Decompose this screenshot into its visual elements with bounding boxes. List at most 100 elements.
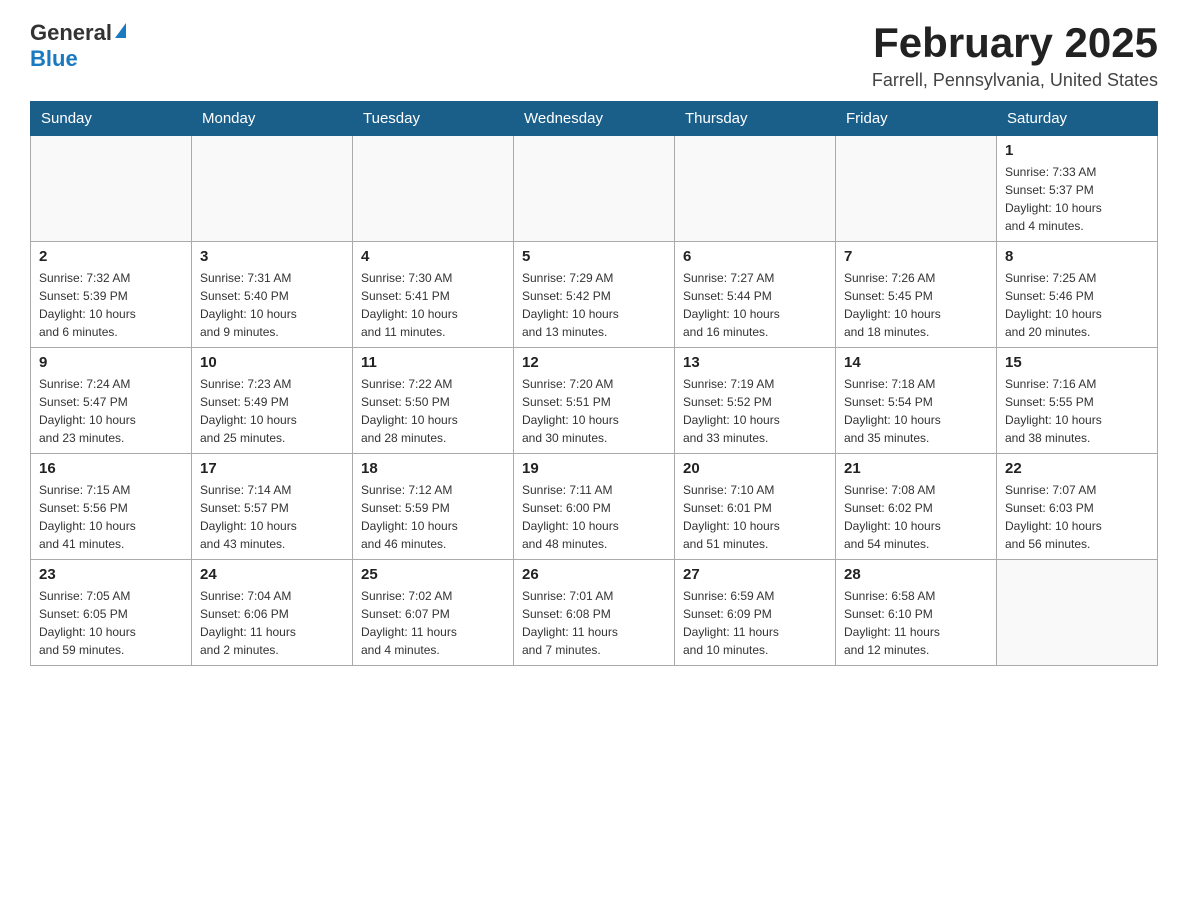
calendar-cell: 17 Sunrise: 7:14 AMSunset: 5:57 PMDayligh… [192, 454, 353, 560]
calendar-cell: 22Sunrise: 7:07 AMSunset: 6:03 PMDayligh… [997, 454, 1158, 560]
day-number: 7 [844, 248, 988, 265]
day-number: 1 [1005, 142, 1149, 159]
day-number: 16 [39, 460, 183, 477]
calendar-cell [997, 560, 1158, 666]
calendar-cell [675, 136, 836, 242]
logo: General Blue [30, 20, 126, 72]
day-info: Sunrise: 7:27 AMSunset: 5:44 PMDaylight:… [683, 269, 827, 341]
day-info: Sunrise: 7:15 AMSunset: 5:56 PMDaylight:… [39, 481, 183, 553]
day-info: Sunrise: 7:23 AMSunset: 5:49 PMDaylight:… [200, 375, 344, 447]
calendar-week-row: 23Sunrise: 7:05 AMSunset: 6:05 PMDayligh… [31, 560, 1158, 666]
day-number: 20 [683, 460, 827, 477]
day-info: Sunrise: 7:12 AMSunset: 5:59 PMDaylight:… [361, 481, 505, 553]
calendar-subtitle: Farrell, Pennsylvania, United States [872, 70, 1158, 91]
calendar-cell: 14 Sunrise: 7:18 AMSunset: 5:54 PMDayligh… [836, 348, 997, 454]
calendar-cell: 7 Sunrise: 7:26 AMSunset: 5:45 PMDaylight… [836, 242, 997, 348]
day-number: 21 [844, 460, 988, 477]
calendar-header-monday: Monday [192, 102, 353, 136]
day-info: Sunrise: 7:29 AMSunset: 5:42 PMDaylight:… [522, 269, 666, 341]
calendar-cell: 21 Sunrise: 7:08 AMSunset: 6:02 PMDayligh… [836, 454, 997, 560]
calendar-cell: 5 Sunrise: 7:29 AMSunset: 5:42 PMDaylight… [514, 242, 675, 348]
calendar-cell: 2 Sunrise: 7:32 AMSunset: 5:39 PMDaylight… [31, 242, 192, 348]
day-info: Sunrise: 7:02 AMSunset: 6:07 PMDaylight:… [361, 587, 505, 659]
calendar-table: SundayMondayTuesdayWednesdayThursdayFrid… [30, 101, 1158, 666]
calendar-cell: 12 Sunrise: 7:20 AMSunset: 5:51 PMDayligh… [514, 348, 675, 454]
day-number: 2 [39, 248, 183, 265]
day-number: 25 [361, 566, 505, 583]
calendar-header-sunday: Sunday [31, 102, 192, 136]
logo-general-text: General [30, 20, 112, 46]
day-info: Sunrise: 7:18 AMSunset: 5:54 PMDaylight:… [844, 375, 988, 447]
calendar-cell [192, 136, 353, 242]
calendar-week-row: 1 Sunrise: 7:33 AMSunset: 5:37 PMDaylight… [31, 136, 1158, 242]
day-info: Sunrise: 7:14 AMSunset: 5:57 PMDaylight:… [200, 481, 344, 553]
day-info: Sunrise: 7:32 AMSunset: 5:39 PMDaylight:… [39, 269, 183, 341]
calendar-cell: 3 Sunrise: 7:31 AMSunset: 5:40 PMDaylight… [192, 242, 353, 348]
day-number: 18 [361, 460, 505, 477]
calendar-cell: 1 Sunrise: 7:33 AMSunset: 5:37 PMDaylight… [997, 136, 1158, 242]
day-info: Sunrise: 7:25 AMSunset: 5:46 PMDaylight:… [1005, 269, 1149, 341]
day-number: 4 [361, 248, 505, 265]
calendar-cell: 6 Sunrise: 7:27 AMSunset: 5:44 PMDaylight… [675, 242, 836, 348]
day-number: 9 [39, 354, 183, 371]
day-number: 12 [522, 354, 666, 371]
calendar-cell: 19 Sunrise: 7:11 AMSunset: 6:00 PMDayligh… [514, 454, 675, 560]
day-number: 11 [361, 354, 505, 371]
day-number: 28 [844, 566, 988, 583]
calendar-header-tuesday: Tuesday [353, 102, 514, 136]
day-info: Sunrise: 6:58 AMSunset: 6:10 PMDaylight:… [844, 587, 988, 659]
day-info: Sunrise: 7:33 AMSunset: 5:37 PMDaylight:… [1005, 163, 1149, 235]
calendar-week-row: 9 Sunrise: 7:24 AMSunset: 5:47 PMDaylight… [31, 348, 1158, 454]
calendar-cell: 25 Sunrise: 7:02 AMSunset: 6:07 PMDayligh… [353, 560, 514, 666]
day-number: 17 [200, 460, 344, 477]
calendar-cell: 24 Sunrise: 7:04 AMSunset: 6:06 PMDayligh… [192, 560, 353, 666]
day-info: Sunrise: 7:20 AMSunset: 5:51 PMDaylight:… [522, 375, 666, 447]
day-number: 14 [844, 354, 988, 371]
day-info: Sunrise: 7:11 AMSunset: 6:00 PMDaylight:… [522, 481, 666, 553]
logo-blue-text: Blue [30, 46, 78, 72]
day-info: Sunrise: 6:59 AMSunset: 6:09 PMDaylight:… [683, 587, 827, 659]
day-info: Sunrise: 7:16 AMSunset: 5:55 PMDaylight:… [1005, 375, 1149, 447]
calendar-header-friday: Friday [836, 102, 997, 136]
logo-triangle-icon [115, 23, 126, 38]
day-number: 19 [522, 460, 666, 477]
day-info: Sunrise: 7:08 AMSunset: 6:02 PMDaylight:… [844, 481, 988, 553]
calendar-header-saturday: Saturday [997, 102, 1158, 136]
day-info: Sunrise: 7:10 AMSunset: 6:01 PMDaylight:… [683, 481, 827, 553]
day-number: 22 [1005, 460, 1149, 477]
calendar-cell: 28 Sunrise: 6:58 AMSunset: 6:10 PMDayligh… [836, 560, 997, 666]
calendar-cell: 8 Sunrise: 7:25 AMSunset: 5:46 PMDaylight… [997, 242, 1158, 348]
day-number: 15 [1005, 354, 1149, 371]
day-number: 23 [39, 566, 183, 583]
calendar-cell [514, 136, 675, 242]
calendar-cell: 9 Sunrise: 7:24 AMSunset: 5:47 PMDaylight… [31, 348, 192, 454]
day-info: Sunrise: 7:24 AMSunset: 5:47 PMDaylight:… [39, 375, 183, 447]
calendar-cell: 13Sunrise: 7:19 AMSunset: 5:52 PMDayligh… [675, 348, 836, 454]
calendar-cell: 27Sunrise: 6:59 AMSunset: 6:09 PMDayligh… [675, 560, 836, 666]
page-header: General Blue February 2025 Farrell, Penn… [30, 20, 1158, 91]
calendar-header-wednesday: Wednesday [514, 102, 675, 136]
day-number: 6 [683, 248, 827, 265]
calendar-title: February 2025 [872, 20, 1158, 66]
calendar-cell: 16 Sunrise: 7:15 AMSunset: 5:56 PMDayligh… [31, 454, 192, 560]
day-number: 26 [522, 566, 666, 583]
day-number: 3 [200, 248, 344, 265]
day-info: Sunrise: 7:22 AMSunset: 5:50 PMDaylight:… [361, 375, 505, 447]
day-info: Sunrise: 7:30 AMSunset: 5:41 PMDaylight:… [361, 269, 505, 341]
calendar-cell: 23Sunrise: 7:05 AMSunset: 6:05 PMDayligh… [31, 560, 192, 666]
day-info: Sunrise: 7:04 AMSunset: 6:06 PMDaylight:… [200, 587, 344, 659]
day-number: 8 [1005, 248, 1149, 265]
day-info: Sunrise: 7:31 AMSunset: 5:40 PMDaylight:… [200, 269, 344, 341]
day-number: 13 [683, 354, 827, 371]
calendar-week-row: 16 Sunrise: 7:15 AMSunset: 5:56 PMDayligh… [31, 454, 1158, 560]
calendar-cell: 11 Sunrise: 7:22 AMSunset: 5:50 PMDayligh… [353, 348, 514, 454]
day-number: 24 [200, 566, 344, 583]
calendar-cell [353, 136, 514, 242]
day-info: Sunrise: 7:26 AMSunset: 5:45 PMDaylight:… [844, 269, 988, 341]
calendar-cell: 4 Sunrise: 7:30 AMSunset: 5:41 PMDaylight… [353, 242, 514, 348]
day-info: Sunrise: 7:01 AMSunset: 6:08 PMDaylight:… [522, 587, 666, 659]
title-block: February 2025 Farrell, Pennsylvania, Uni… [872, 20, 1158, 91]
day-number: 5 [522, 248, 666, 265]
calendar-cell: 26 Sunrise: 7:01 AMSunset: 6:08 PMDayligh… [514, 560, 675, 666]
calendar-cell: 20 Sunrise: 7:10 AMSunset: 6:01 PMDayligh… [675, 454, 836, 560]
